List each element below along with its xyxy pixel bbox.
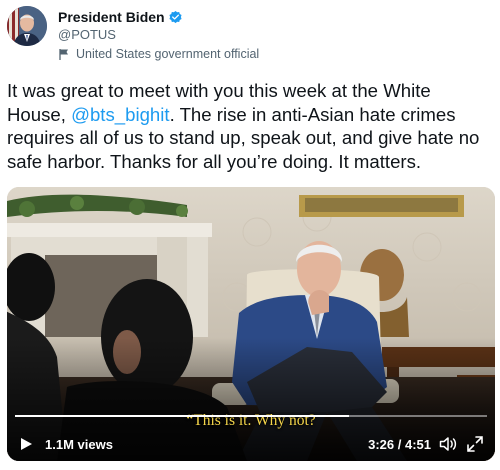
- mention-link[interactable]: @bts_bighit: [71, 104, 169, 125]
- author-handle[interactable]: @POTUS: [58, 27, 116, 42]
- video-view-count: 1.1M views: [45, 437, 113, 452]
- flag-icon: [58, 48, 70, 60]
- avatar-portrait: [7, 6, 47, 46]
- video-progress-fill: [15, 415, 350, 417]
- volume-icon[interactable]: [439, 436, 457, 452]
- tweet-text: It was great to meet with you this week …: [7, 79, 493, 173]
- fullscreen-icon[interactable]: [466, 435, 484, 453]
- government-label-text: United States government official: [76, 47, 260, 61]
- government-label[interactable]: United States government official: [58, 47, 259, 61]
- video-time: 3:26 / 4:51: [368, 437, 431, 452]
- author-name-row[interactable]: President Biden: [58, 9, 183, 25]
- author-display-name[interactable]: President Biden: [58, 9, 165, 25]
- play-icon[interactable]: [19, 437, 33, 451]
- video-player[interactable]: “This is it. Why not? 1.1M views 3:26 / …: [7, 187, 495, 461]
- verified-badge-icon: [168, 10, 183, 25]
- avatar[interactable]: [7, 6, 47, 46]
- video-controls: 1.1M views 3:26 / 4:51: [7, 427, 495, 461]
- video-progress-bar[interactable]: [15, 415, 487, 417]
